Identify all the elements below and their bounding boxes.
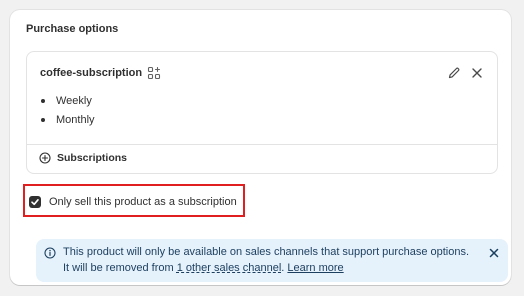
banner-line-2: It will be removed from 1 other sales ch… xyxy=(63,262,344,274)
banner-line-1: This product will only be available on s… xyxy=(63,246,470,258)
purchase-options-card: Purchase options coffee-subscription Wee… xyxy=(10,10,511,285)
subscriptions-label: Subscriptions xyxy=(57,152,128,164)
info-icon xyxy=(44,247,56,259)
list-item: Weekly xyxy=(41,94,95,113)
bullet-icon xyxy=(41,118,45,122)
apps-icon xyxy=(147,66,161,80)
selling-plan-group: coffee-subscription Weekly Monthly Subsc… xyxy=(26,51,498,174)
plan-group-name: coffee-subscription xyxy=(40,67,143,79)
banner-message: This product will only be available on s… xyxy=(63,244,483,276)
divider xyxy=(27,144,497,145)
subscription-only-checkbox[interactable] xyxy=(29,196,41,208)
close-icon[interactable] xyxy=(488,247,500,259)
bullet-icon xyxy=(41,99,45,103)
learn-more-link[interactable]: Learn more xyxy=(287,262,343,274)
list-item: Monthly xyxy=(41,113,95,132)
checkbox-label: Only sell this product as a subscription xyxy=(49,196,237,208)
subscriptions-button[interactable]: Subscriptions xyxy=(39,152,127,164)
checkmark-icon xyxy=(31,199,39,206)
frequency-list: Weekly Monthly xyxy=(41,94,95,132)
close-icon[interactable] xyxy=(470,66,484,80)
plus-circle-icon xyxy=(39,152,51,164)
pencil-icon[interactable] xyxy=(447,66,461,80)
subscription-only-checkbox-row[interactable]: Only sell this product as a subscription xyxy=(29,196,237,208)
card-title: Purchase options xyxy=(26,23,119,35)
info-banner: This product will only be available on s… xyxy=(36,239,508,282)
other-sales-channel-link[interactable]: 1 other sales channel xyxy=(177,262,282,274)
